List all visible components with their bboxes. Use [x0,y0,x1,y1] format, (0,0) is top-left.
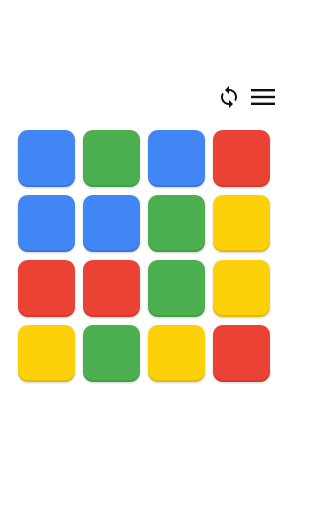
tile-blue[interactable] [83,195,140,252]
tile-red[interactable] [213,130,270,187]
tile-green[interactable] [83,130,140,187]
hamburger-menu-icon [250,85,276,109]
tile-green[interactable] [148,195,205,252]
refresh-button[interactable] [215,83,243,111]
tile-blue[interactable] [18,195,75,252]
tile-yellow[interactable] [213,260,270,317]
tile-red[interactable] [213,325,270,382]
refresh-icon [217,85,241,109]
tile-blue[interactable] [148,130,205,187]
toolbar [215,82,277,112]
tile-yellow[interactable] [213,195,270,252]
tile-green[interactable] [148,260,205,317]
game-board [18,130,270,382]
tile-red[interactable] [83,260,140,317]
tile-yellow[interactable] [18,325,75,382]
menu-button[interactable] [249,83,277,111]
tile-red[interactable] [18,260,75,317]
tile-yellow[interactable] [148,325,205,382]
tile-blue[interactable] [18,130,75,187]
game-screen [0,0,288,512]
tile-green[interactable] [83,325,140,382]
